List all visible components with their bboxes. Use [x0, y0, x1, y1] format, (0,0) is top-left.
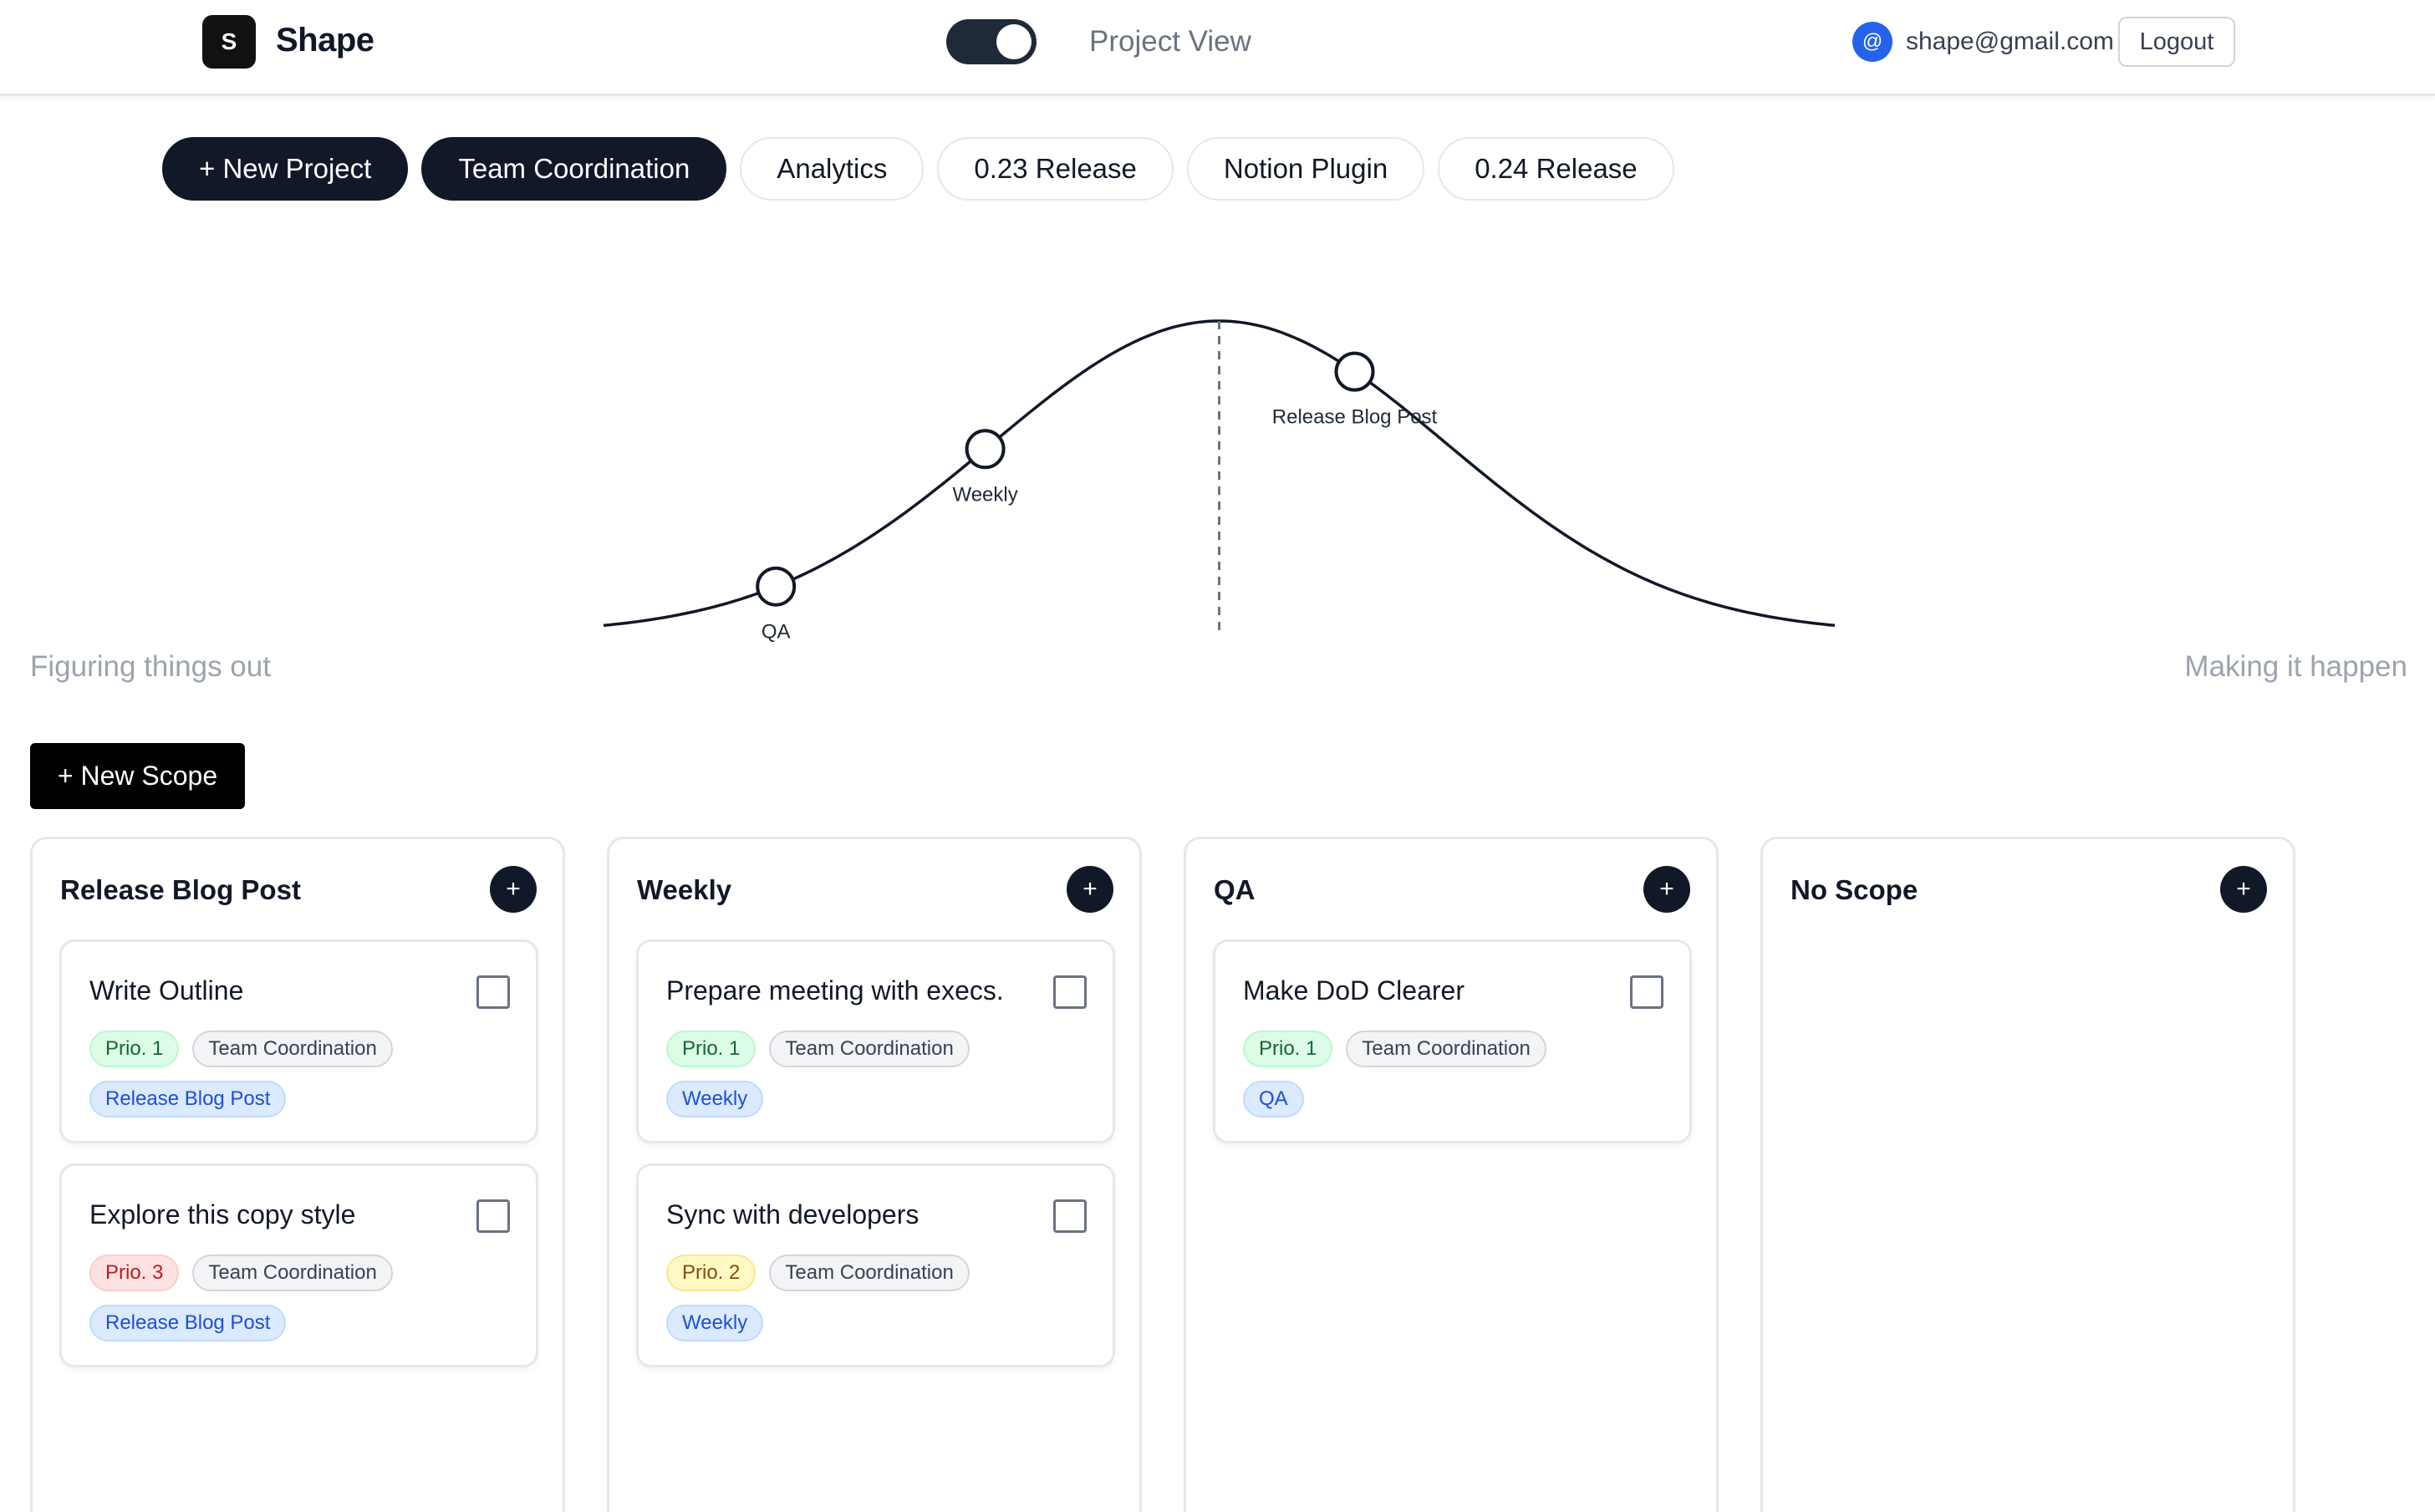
- project-badge: Team Coordination: [192, 1031, 393, 1067]
- view-label: Project View: [1089, 25, 1251, 58]
- column-title: QA: [1214, 874, 1256, 905]
- scope-badge: Weekly: [666, 1305, 764, 1341]
- task-title: Prepare meeting with execs.: [666, 975, 1004, 1005]
- project-badge: Team Coordination: [769, 1255, 970, 1291]
- column-title: No Scope: [1791, 874, 1918, 905]
- scope-column: Weekly + Prepare meeting with execs. Pri…: [607, 837, 1142, 1512]
- project-badge: Team Coordination: [769, 1031, 970, 1067]
- task-card[interactable]: Write Outline Prio. 1 Team Coordination …: [59, 939, 538, 1143]
- scope-column: Release Blog Post + Write Outline Prio. …: [30, 837, 565, 1512]
- task-checkbox[interactable]: [1053, 975, 1087, 1009]
- add-task-button[interactable]: +: [490, 866, 537, 913]
- view-toggle[interactable]: [946, 19, 1037, 64]
- priority-badge: Prio. 1: [666, 1031, 756, 1067]
- scope-badge: Weekly: [666, 1081, 764, 1117]
- task-card[interactable]: Prepare meeting with execs. Prio. 1 Team…: [636, 939, 1115, 1143]
- tab-notion-plugin[interactable]: Notion Plugin: [1186, 137, 1425, 201]
- task-checkbox[interactable]: [476, 975, 510, 1009]
- column-title: Release Blog Post: [60, 874, 301, 905]
- task-checkbox[interactable]: [476, 1199, 510, 1233]
- task-card[interactable]: Sync with developers Prio. 2 Team Coordi…: [636, 1163, 1115, 1367]
- hill-point-label: Release Blog Post: [1272, 406, 1438, 429]
- hill-point[interactable]: [965, 429, 1006, 470]
- add-task-button[interactable]: +: [1067, 866, 1113, 913]
- task-title: Explore this copy style: [89, 1199, 356, 1229]
- tab-analytics[interactable]: Analytics: [740, 137, 925, 201]
- brand-name: Shape: [276, 22, 374, 59]
- top-header: S Shape Project View @ shape@gmail.com L…: [0, 0, 2435, 96]
- tab-0-24-release[interactable]: 0.24 Release: [1438, 137, 1674, 201]
- scope-badge: Release Blog Post: [89, 1081, 287, 1117]
- new-scope-button[interactable]: + New Scope: [30, 743, 245, 809]
- task-title: Write Outline: [89, 975, 244, 1005]
- task-checkbox[interactable]: [1630, 975, 1663, 1009]
- tab-team-coordination[interactable]: Team Coordination: [421, 137, 727, 201]
- scope-badge: QA: [1243, 1081, 1304, 1117]
- scope-columns: Release Blog Post + Write Outline Prio. …: [30, 837, 2295, 1512]
- task-card[interactable]: Make DoD Clearer Prio. 1 Team Coordinati…: [1213, 939, 1692, 1143]
- user-email: shape@gmail.com: [1906, 28, 2114, 55]
- task-title: Make DoD Clearer: [1243, 975, 1465, 1005]
- scope-column: No Scope +: [1760, 837, 2295, 1512]
- logout-button[interactable]: Logout: [2118, 17, 2235, 67]
- task-title: Sync with developers: [666, 1199, 919, 1229]
- tab-0-23-release[interactable]: 0.23 Release: [937, 137, 1174, 201]
- hill-point[interactable]: [1334, 351, 1375, 392]
- task-card[interactable]: Explore this copy style Prio. 3 Team Coo…: [59, 1163, 538, 1367]
- project-badge: Team Coordination: [1346, 1031, 1546, 1067]
- app-logo[interactable]: S: [202, 15, 256, 69]
- hill-left-label: Figuring things out: [30, 650, 271, 683]
- hill-point[interactable]: [756, 566, 797, 607]
- scope-badge: Release Blog Post: [89, 1305, 287, 1341]
- scope-column: QA + Make DoD Clearer Prio. 1 Team Coord…: [1184, 837, 1719, 1512]
- email-icon: @: [1852, 22, 1892, 62]
- project-tabs: + New Project Team Coordination Analytic…: [162, 137, 1674, 201]
- add-task-button[interactable]: +: [1643, 866, 1690, 913]
- hill-chart: QA Weekly Release Blog Post: [603, 319, 1836, 644]
- task-checkbox[interactable]: [1053, 1199, 1087, 1233]
- priority-badge: Prio. 2: [666, 1255, 756, 1291]
- priority-badge: Prio. 3: [89, 1255, 180, 1291]
- toggle-knob: [996, 24, 1032, 59]
- hill-right-label: Making it happen: [2184, 650, 2407, 683]
- project-badge: Team Coordination: [192, 1255, 393, 1291]
- column-title: Weekly: [637, 874, 732, 905]
- hill-point-label: Weekly: [952, 483, 1017, 506]
- priority-badge: Prio. 1: [1243, 1031, 1333, 1067]
- priority-badge: Prio. 1: [89, 1031, 180, 1067]
- hill-point-label: QA: [762, 621, 791, 644]
- add-task-button[interactable]: +: [2220, 866, 2267, 913]
- new-project-button[interactable]: + New Project: [162, 137, 409, 201]
